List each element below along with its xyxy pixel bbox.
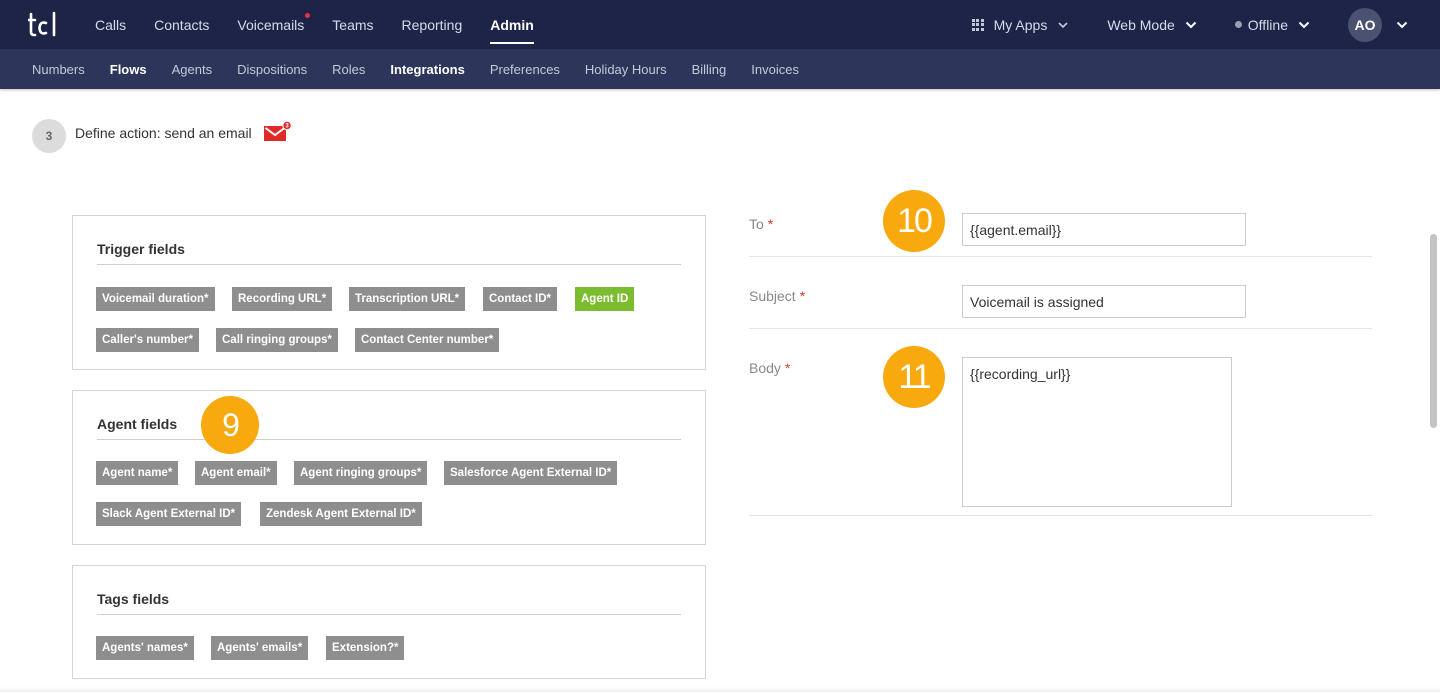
- header-tools: My Apps Web Mode Offline AO: [934, 0, 1408, 49]
- tag-agent-ringing-groups[interactable]: Agent ringing groups*: [294, 461, 428, 485]
- tcl-logo-icon[interactable]: [28, 10, 60, 38]
- annotation-badge-9: 9: [201, 396, 259, 454]
- tag-agents-names[interactable]: Agents' names*: [96, 636, 194, 660]
- subject-label-text: Subject: [749, 288, 796, 304]
- trigger-fields-title: Trigger fields: [97, 241, 185, 257]
- my-apps-menu[interactable]: My Apps: [971, 16, 1070, 33]
- tag-agents-emails[interactable]: Agents' emails*: [211, 636, 309, 660]
- tag-agent-email[interactable]: Agent email*: [195, 461, 277, 485]
- page-scrollbar[interactable]: [1430, 234, 1437, 428]
- top-navigation: Calls Contacts Voicemails Teams Reportin…: [0, 0, 1440, 49]
- subject-label: Subject *: [749, 288, 805, 304]
- form-row-body: Body * {{recording_url}}: [749, 329, 1372, 516]
- to-label: To *: [749, 216, 773, 232]
- my-apps-label: My Apps: [993, 16, 1048, 33]
- status-menu[interactable]: Offline: [1234, 16, 1310, 33]
- subnav-holiday-hours[interactable]: Holiday Hours: [585, 62, 667, 77]
- trigger-fields-panel: Trigger fields Voicemail duration* Recor…: [72, 215, 706, 370]
- body-label-text: Body: [749, 360, 781, 376]
- subnav-roles[interactable]: Roles: [332, 62, 365, 77]
- form-row-subject: Subject * Voicemail is assigned: [749, 257, 1372, 329]
- divider: [97, 439, 681, 440]
- step-number: 3: [32, 119, 66, 153]
- web-mode-menu[interactable]: Web Mode: [1107, 17, 1196, 33]
- subnav-agents[interactable]: Agents: [172, 62, 212, 77]
- user-menu[interactable]: AO: [1348, 7, 1408, 42]
- chevron-down-icon: [1058, 21, 1068, 28]
- subnav-numbers[interactable]: Numbers: [32, 62, 85, 77]
- tag-agent-id[interactable]: Agent ID: [575, 287, 635, 311]
- tag-zendesk-agent-external-id[interactable]: Zendesk Agent External ID*: [260, 502, 422, 526]
- subnav-invoices[interactable]: Invoices: [751, 62, 799, 77]
- nav-teams[interactable]: Teams: [332, 0, 373, 49]
- tag-transcription-url[interactable]: Transcription URL*: [349, 287, 466, 311]
- nav-admin[interactable]: Admin: [490, 0, 534, 49]
- tag-agent-name[interactable]: Agent name*: [96, 461, 179, 485]
- tag-call-ringing-groups[interactable]: Call ringing groups*: [216, 328, 338, 352]
- tag-contact-id[interactable]: Contact ID*: [483, 287, 557, 311]
- divider: [97, 264, 681, 265]
- chevron-down-icon: [1396, 21, 1408, 28]
- subnav-billing[interactable]: Billing: [692, 62, 727, 77]
- tag-slack-agent-external-id[interactable]: Slack Agent External ID*: [96, 502, 242, 526]
- subnav-dispositions[interactable]: Dispositions: [237, 62, 307, 77]
- notification-dot: [305, 13, 311, 18]
- nav-voicemails-label: Voicemails: [237, 16, 305, 33]
- subject-input[interactable]: Voicemail is assigned: [962, 285, 1246, 318]
- subnav-integrations[interactable]: Integrations: [390, 62, 464, 77]
- chevron-down-icon: [1185, 21, 1196, 28]
- bottom-edge: [0, 686, 1440, 692]
- to-input[interactable]: {{agent.email}}: [962, 213, 1246, 246]
- mail-icon: 3: [264, 121, 291, 141]
- status-dot: [1234, 21, 1242, 28]
- nav-voicemails[interactable]: Voicemails: [237, 0, 311, 49]
- subnav-preferences[interactable]: Preferences: [490, 62, 560, 77]
- tags-fields-panel: Tags fields Agents' names* Agents' email…: [72, 565, 706, 679]
- required-mark: *: [767, 216, 774, 232]
- required-mark: *: [799, 288, 806, 304]
- admin-subnav: Numbers Flows Agents Dispositions Roles …: [0, 49, 1440, 89]
- tag-contact-center-number[interactable]: Contact Center number*: [355, 328, 500, 352]
- avatar[interactable]: AO: [1348, 7, 1382, 42]
- nav-reporting[interactable]: Reporting: [402, 0, 463, 49]
- to-label-text: To: [749, 216, 764, 232]
- form-row-to: To * {{agent.email}}: [749, 192, 1372, 257]
- tag-callers-number[interactable]: Caller's number*: [96, 328, 199, 352]
- divider: [97, 614, 681, 615]
- body-label: Body *: [749, 360, 790, 376]
- status-label: Offline: [1247, 16, 1288, 33]
- grid-icon: [971, 18, 984, 31]
- nav-contacts[interactable]: Contacts: [154, 0, 209, 49]
- step-title: Define action: send an email: [75, 125, 252, 141]
- tag-voicemail-duration[interactable]: Voicemail duration*: [96, 287, 215, 311]
- agent-fields-title: Agent fields: [97, 416, 178, 432]
- tag-extension[interactable]: Extension?*: [326, 636, 405, 660]
- tags-fields-title: Tags fields: [97, 591, 170, 607]
- nav-calls[interactable]: Calls: [95, 0, 126, 49]
- chevron-down-icon: [1298, 21, 1310, 28]
- required-mark: *: [784, 360, 791, 376]
- tag-salesforce-agent-external-id[interactable]: Salesforce Agent External ID*: [444, 461, 618, 485]
- subnav-flows[interactable]: Flows: [110, 62, 147, 77]
- body-textarea[interactable]: {{recording_url}}: [962, 357, 1232, 507]
- agent-fields-panel: Agent fields Agent name* Agent email* Ag…: [72, 390, 706, 545]
- tag-recording-url[interactable]: Recording URL*: [232, 287, 333, 311]
- web-mode-label: Web Mode: [1107, 16, 1175, 33]
- main-nav: Calls Contacts Voicemails Teams Reportin…: [95, 0, 562, 49]
